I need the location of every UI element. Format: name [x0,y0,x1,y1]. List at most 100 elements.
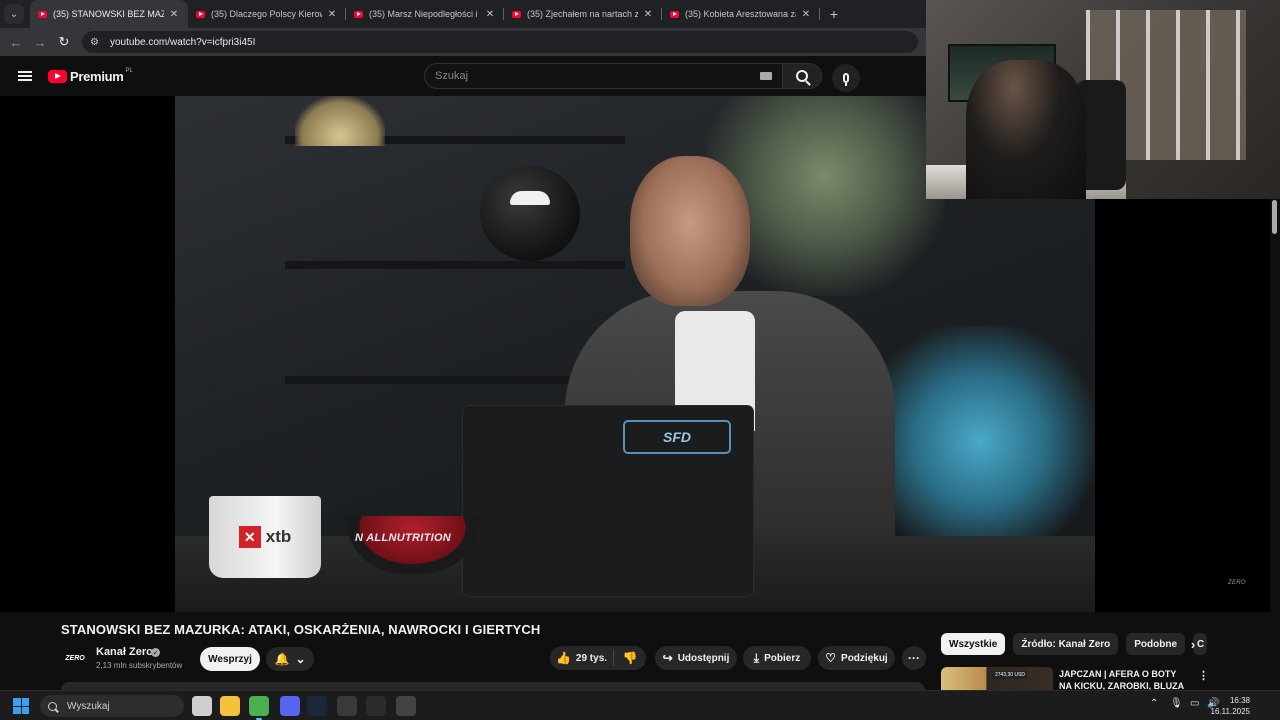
channel-name[interactable]: Kanał Zero [96,646,153,658]
network-icon[interactable]: ▭ [1190,698,1199,709]
dislike-button[interactable]: 👎 [614,652,646,664]
youtube-favicon-icon [196,10,205,18]
filter-chip[interactable]: Wszystkie [941,633,1006,655]
description-box[interactable] [61,682,925,690]
close-tab-icon[interactable]: ✕ [326,9,338,20]
mug-brand: xtb [265,527,292,546]
tab-list: (35) STANOWSKI BEZ MAZURK✕(35) Dlaczego … [30,0,820,28]
epic-games-icon[interactable] [366,696,386,716]
logo-text: Premium [70,68,124,84]
bookshelf [285,261,625,269]
browser-tab-strip: ⌄ (35) STANOWSKI BEZ MAZURK✕(35) Dlaczeg… [0,0,926,28]
bowl-brand: N ALLNUTRITION [355,532,452,544]
like-count: 29 tys. [575,652,608,664]
chips-next-button[interactable]: › [1184,635,1202,653]
tab-title: (35) Zjechałem na nartach z Mo [527,9,638,19]
like-button[interactable]: 👍 29 tys. [550,650,614,666]
close-tab-icon[interactable]: ✕ [800,9,812,20]
share-button[interactable]: ↪ Udostępnij [655,646,737,670]
filter-chip[interactable]: Źródło: Kanał Zero [1013,633,1119,655]
chrome-icon[interactable] [249,696,269,720]
tab-title: (35) Kobieta Aresztowana za Up [685,9,796,19]
search-button[interactable] [782,63,822,89]
discord-icon[interactable] [280,696,300,716]
download-label: Pobierz [764,652,801,664]
browser-tab[interactable]: (35) Kobieta Aresztowana za Up ✕ [662,0,820,28]
recommendation-thumbnail[interactable]: 2743,30 USD [941,667,1053,690]
browser-tab[interactable]: (35) Zjechałem na nartach z Mo ✕ [504,0,662,28]
logo-country-code: PL [125,68,133,74]
webcam-overlay [926,0,1280,199]
system-clock[interactable]: 16:38 16.11.2025 [1211,695,1250,717]
notifications-button[interactable]: 🔔 ⌄ [266,647,314,671]
tab-title: (35) Marsz Niepodległości i kor [369,9,480,19]
youtube-favicon-icon [512,10,521,18]
xbox-app-icon[interactable] [337,696,357,716]
recommendation-title[interactable]: JAPCZAN | AFERA O BOTY NA KICKU, ZAROBKI… [1059,668,1191,690]
recommendation-menu-button[interactable]: ⋮ [1198,669,1209,682]
channel-watermark: ZERO [1228,580,1246,586]
mug-logo: ✕ xtb [238,526,292,548]
search-icon [48,701,57,711]
guide-menu-icon[interactable] [18,71,32,81]
filter-chip[interactable]: Podobne [1126,633,1186,655]
windows-start-button[interactable] [13,698,29,714]
microphone-tray-icon[interactable]: 🎙 [1170,698,1183,709]
browser-tab[interactable]: (35) Dlaczego Polscy Kierowcy ✕ [188,0,346,28]
youtube-favicon-icon [38,10,47,18]
steam-icon[interactable] [307,696,327,716]
chevron-down-icon: ⌄ [295,652,306,666]
mascot-ball [480,166,580,261]
clock-date: 16.11.2025 [1210,707,1250,716]
laptop-sticker: SFD [623,420,731,454]
forward-button[interactable]: → [28,35,52,50]
thumbnail-price-tag: 2743,30 USD [993,671,1028,679]
url-text: youtube.com/watch?v=icfpri3i45I [110,36,256,48]
download-button[interactable]: ⤓ Pobierz [743,646,811,670]
thanks-button[interactable]: ♡ Podziękuj [818,646,895,670]
windows-taskbar: Wyszukaj ⌃ 🎙 ▭ 🔊 16:38 16.11.2025 [0,690,1280,720]
subscriber-count: 2,13 mln subskrybentów [96,661,183,670]
mug-logo-mark: ✕ [238,526,261,548]
laptop: SFD [463,406,753,596]
taskbar-search[interactable]: Wyszukaj [40,695,184,717]
verified-icon: ✓ [151,648,160,657]
youtube-premium-logo[interactable]: Premium PL [48,68,133,84]
search-input[interactable] [435,70,760,82]
scrollbar-thumb[interactable] [1272,200,1277,234]
back-button[interactable]: ← [4,35,28,50]
close-tab-icon[interactable]: ✕ [642,9,654,20]
close-tab-icon[interactable]: ✕ [484,9,496,20]
clock-time: 16:38 [1229,696,1250,705]
keyboard-icon[interactable] [760,72,772,80]
address-bar[interactable]: ⚙ youtube.com/watch?v=icfpri3i45I [82,31,918,53]
youtube-masthead: Premium PL [0,56,926,96]
site-info-icon[interactable]: ⚙ [90,37,104,48]
search-box [424,63,783,89]
gog-galaxy-icon[interactable] [396,696,416,716]
new-tab-button[interactable]: + [824,6,844,22]
support-button[interactable]: Wesprzyj [200,647,260,671]
search-icon [796,70,808,82]
close-tab-icon[interactable]: ✕ [168,9,180,20]
tab-search-button[interactable]: ⌄ [4,4,24,24]
tab-title: (35) Dlaczego Polscy Kierowcy [211,9,322,19]
thanks-icon: ♡ [825,651,837,665]
browser-tab[interactable]: (35) Marsz Niepodległości i kor ✕ [346,0,504,28]
tab-title: (35) STANOWSKI BEZ MAZURK [53,9,164,19]
more-actions-button[interactable]: ··· [902,646,926,670]
mascot-eyes [510,191,550,205]
channel-avatar[interactable]: ZERO [61,648,89,668]
browser-tab[interactable]: (35) STANOWSKI BEZ MAZURK ✕ [30,0,188,28]
youtube-play-icon [48,69,67,83]
reload-button[interactable]: ↻ [52,34,76,50]
tray-overflow-icon[interactable]: ⌃ [1150,698,1158,709]
task-view-icon[interactable] [192,696,212,716]
page-scrollbar[interactable] [1270,199,1280,689]
support-label: Wesprzyj [208,653,252,665]
thanks-label: Podziękuj [841,652,888,664]
voice-search-button[interactable] [832,64,860,92]
file-explorer-icon[interactable] [220,696,240,716]
bell-icon: 🔔 [274,652,290,666]
thumbs-up-icon: 👍 [555,651,571,665]
